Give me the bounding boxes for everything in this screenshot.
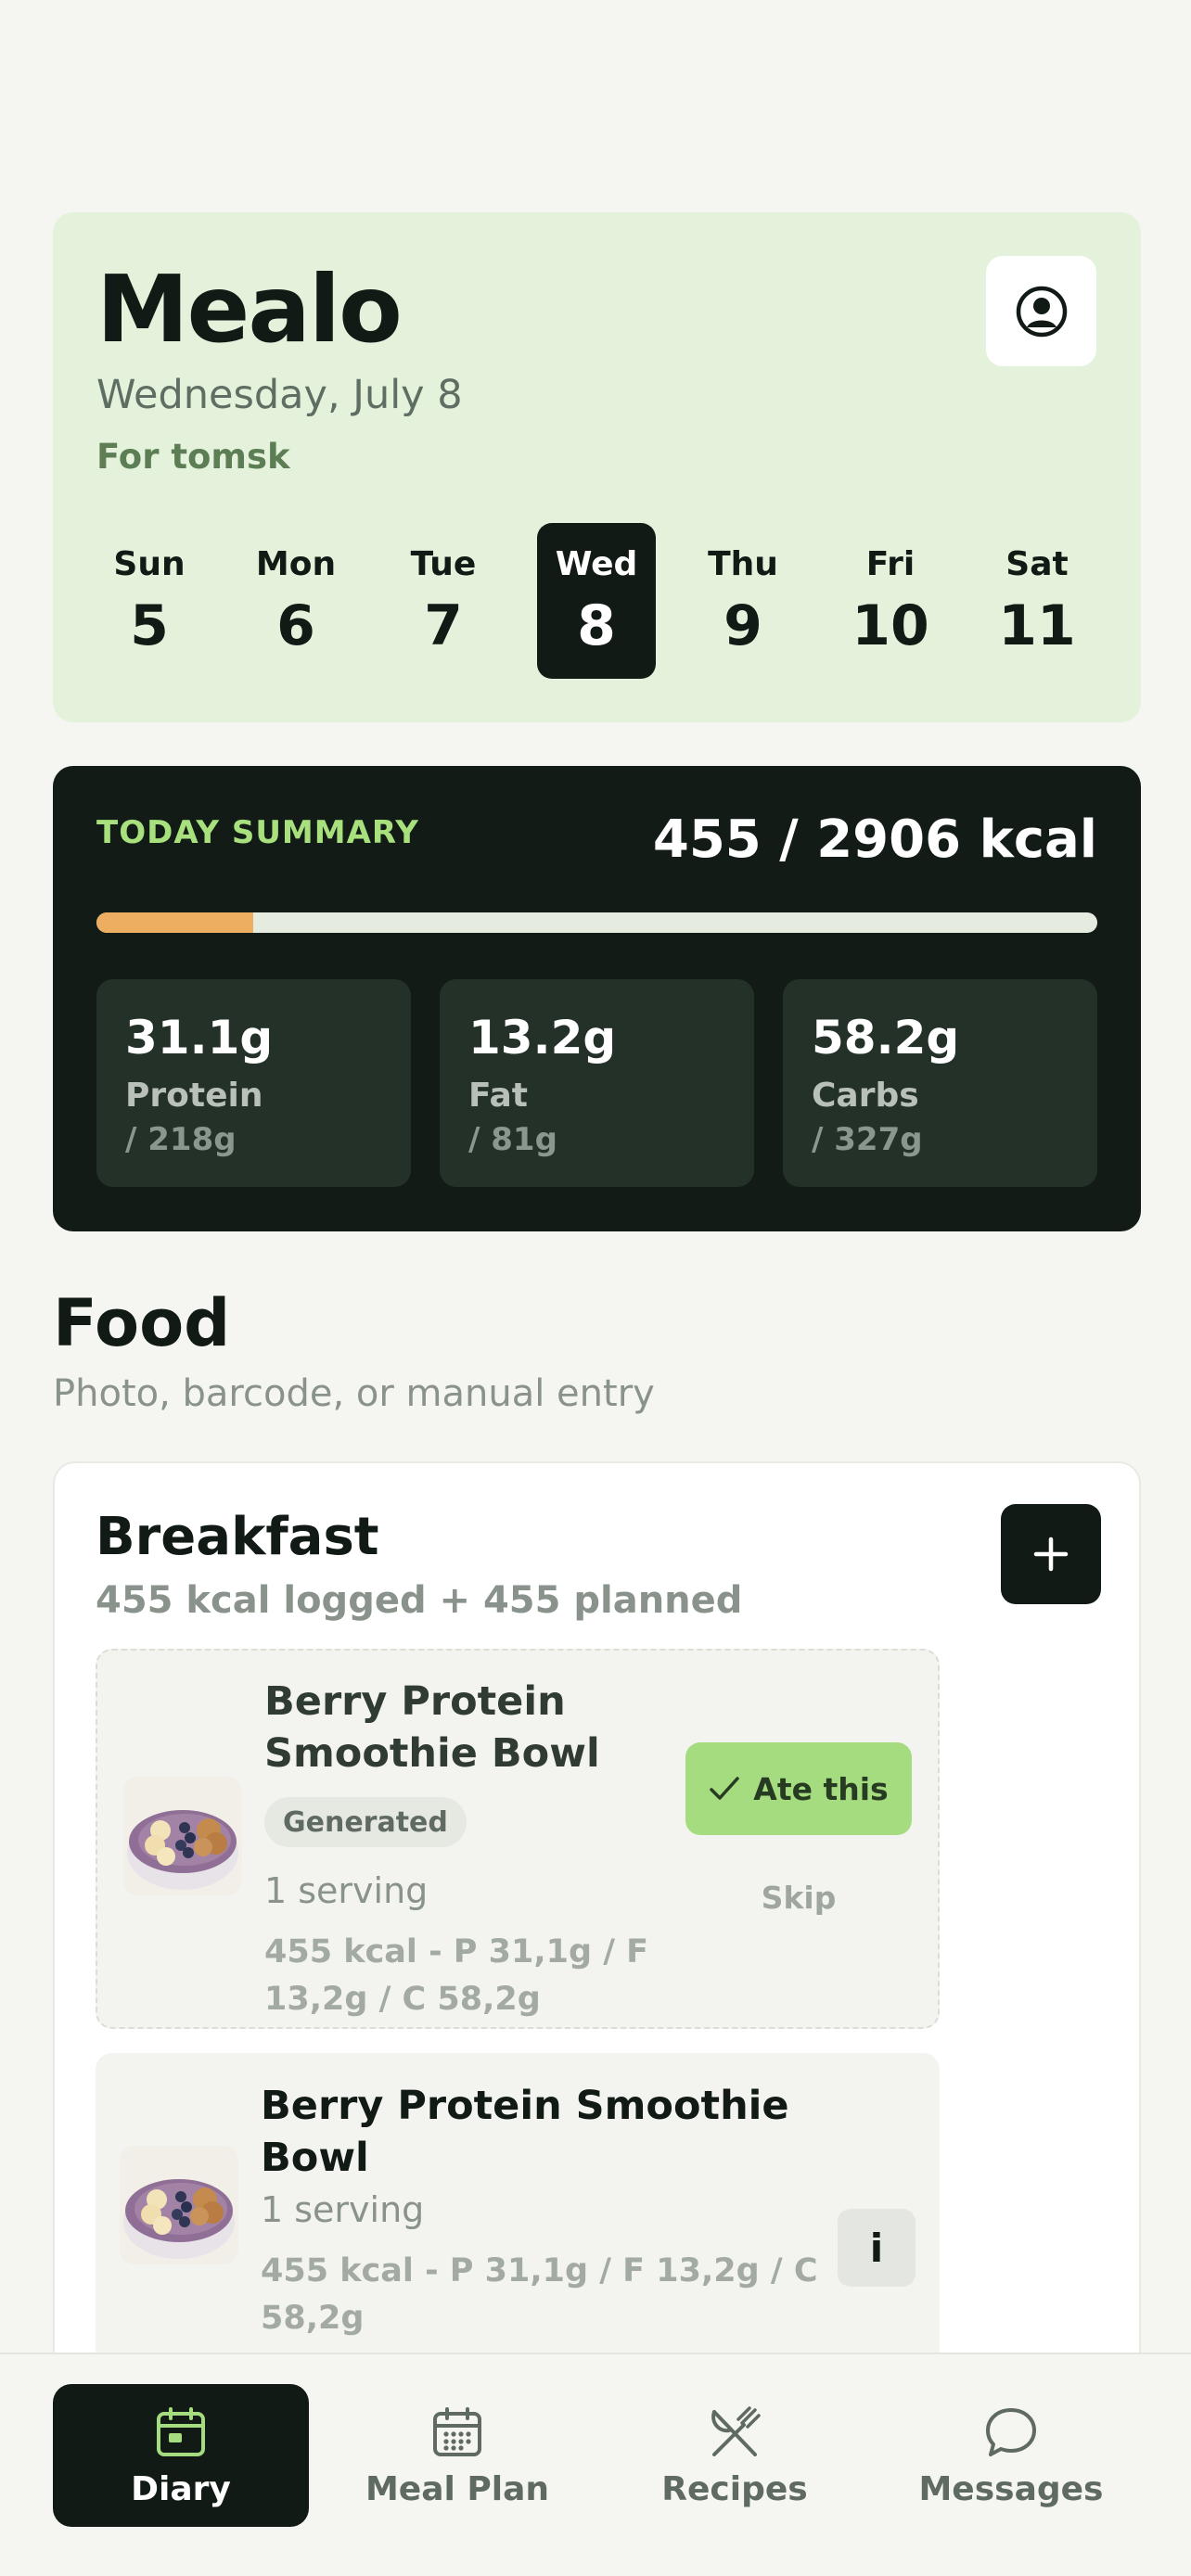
entry-macros: 455 kcal - P 31,1g / F 13,2g / C 58,2g	[264, 1929, 648, 2023]
day-number: 7	[424, 593, 463, 658]
plus-icon	[1033, 1537, 1069, 1572]
entry-title-line: Berry Protein	[264, 1678, 566, 1725]
nav-diary[interactable]: Diary	[53, 2384, 309, 2527]
nav-messages[interactable]: Messages	[883, 2384, 1139, 2527]
nav-recipes[interactable]: Recipes	[607, 2384, 863, 2527]
day-name: Tue	[410, 545, 477, 583]
entry-title-line: Berry Protein Smoothie	[261, 2083, 789, 2129]
day-number: 9	[724, 593, 762, 658]
ate-this-button[interactable]: Ate this	[685, 1742, 912, 1835]
macro-name: Carbs	[812, 1077, 919, 1115]
entry-macros-line: 455 kcal - P 31,1g / F 13,2g / C	[261, 2252, 818, 2289]
day-name: Mon	[255, 545, 337, 583]
summary-kcal: 455 / 2906 kcal	[652, 810, 1097, 870]
checkmark-icon	[710, 1777, 740, 1800]
day-name: Sat	[1005, 545, 1069, 583]
day-mon[interactable]: Mon 6	[237, 523, 355, 679]
calorie-progress-fill	[96, 912, 254, 933]
calorie-progress-bar	[96, 912, 1097, 933]
nav-label: Diary	[131, 2470, 231, 2508]
smoothie-bowl-image	[120, 2146, 238, 2264]
breakfast-card: Breakfast 455 kcal logged + 455 planned	[53, 1461, 1141, 2424]
macro-value: 13.2g	[468, 1011, 617, 1065]
generated-badge: Generated	[264, 1797, 467, 1847]
entry-title: Berry Protein Smoothie Bowl	[264, 1677, 600, 1780]
entry-macros-line: 13,2g / C 58,2g	[264, 1980, 541, 2018]
day-name: Wed	[555, 545, 638, 583]
nav-label: Recipes	[661, 2470, 808, 2508]
entry-serving: 1 serving	[264, 1870, 429, 1911]
profile-button[interactable]	[986, 256, 1096, 366]
entry-serving: 1 serving	[261, 2189, 425, 2230]
day-name: Thu	[708, 545, 778, 583]
macro-fat: 13.2g Fat / 81g	[440, 979, 754, 1187]
day-fri[interactable]: Fri 10	[831, 523, 950, 679]
current-date: Wednesday, July 8	[96, 372, 463, 418]
macro-carbs: 58.2g Carbs / 327g	[783, 979, 1097, 1187]
day-tue[interactable]: Tue 7	[384, 523, 503, 679]
day-number: 10	[852, 593, 929, 658]
macro-goal: / 327g	[812, 1121, 923, 1158]
calendar-icon	[153, 2404, 209, 2460]
ate-this-label: Ate this	[753, 1770, 889, 1807]
nav-label: Messages	[918, 2470, 1104, 2508]
app-title: Mealo	[96, 255, 403, 363]
user-line: For tomsk	[96, 437, 290, 477]
bottom-nav: Diary Meal Plan Recipes Messages	[0, 2353, 1191, 2576]
entry-title-line: Bowl	[261, 2134, 369, 2181]
day-number: 6	[276, 593, 315, 658]
info-button[interactable]: i	[838, 2209, 916, 2287]
day-wed[interactable]: Wed 8	[537, 523, 656, 679]
day-sun[interactable]: Sun 5	[90, 523, 209, 679]
day-number: 11	[998, 593, 1076, 658]
macro-name: Protein	[125, 1077, 263, 1115]
entry-title: Berry Protein Smoothie Bowl	[261, 2081, 789, 2185]
day-thu[interactable]: Thu 9	[684, 523, 802, 679]
day-number: 5	[130, 593, 169, 658]
today-summary-card: TODAY SUMMARY 455 / 2906 kcal 31.1g Prot…	[53, 766, 1141, 1231]
macro-goal: / 218g	[125, 1121, 237, 1158]
user-circle-icon	[1016, 286, 1067, 337]
macro-goal: / 81g	[468, 1121, 557, 1158]
macro-name: Fat	[468, 1077, 528, 1115]
meal-title: Breakfast	[96, 1507, 379, 1567]
macro-value: 58.2g	[812, 1011, 960, 1065]
header-card: Mealo Wednesday, July 8 For tomsk Sun 5 …	[53, 212, 1141, 722]
entry-title-line: Smoothie Bowl	[264, 1729, 600, 1777]
add-food-button[interactable]	[1001, 1504, 1101, 1604]
week-selector: Sun 5 Mon 6 Tue 7 Wed 8 Thu 9 Fri 10 Sat…	[53, 523, 1141, 679]
day-sat[interactable]: Sat 11	[978, 523, 1096, 679]
day-name: Fri	[865, 545, 916, 583]
calendar-grid-icon	[429, 2404, 485, 2460]
nav-label: Meal Plan	[365, 2470, 550, 2508]
food-section-subtitle: Photo, barcode, or manual entry	[53, 1372, 655, 1415]
entry-macros-line: 58,2g	[261, 2299, 365, 2337]
planned-food-entry[interactable]: Berry Protein Smoothie Bowl Generated 1 …	[96, 1649, 940, 2029]
smoothie-bowl-image	[123, 1777, 242, 1895]
utensils-icon	[707, 2404, 762, 2460]
macro-value: 31.1g	[125, 1011, 274, 1065]
skip-button[interactable]: Skip	[685, 1869, 912, 1925]
entry-macros-line: 455 kcal - P 31,1g / F	[264, 1933, 649, 1970]
nav-meal-plan[interactable]: Meal Plan	[329, 2384, 585, 2527]
meal-subtitle: 455 kcal logged + 455 planned	[96, 1579, 743, 1622]
entry-macros: 455 kcal - P 31,1g / F 13,2g / C 58,2g	[261, 2248, 818, 2342]
summary-label: TODAY SUMMARY	[96, 814, 419, 851]
day-name: Sun	[113, 545, 186, 583]
chat-icon	[983, 2404, 1039, 2460]
food-section-title: Food	[53, 1285, 231, 1361]
day-number: 8	[577, 593, 616, 658]
macro-protein: 31.1g Protein / 218g	[96, 979, 411, 1187]
